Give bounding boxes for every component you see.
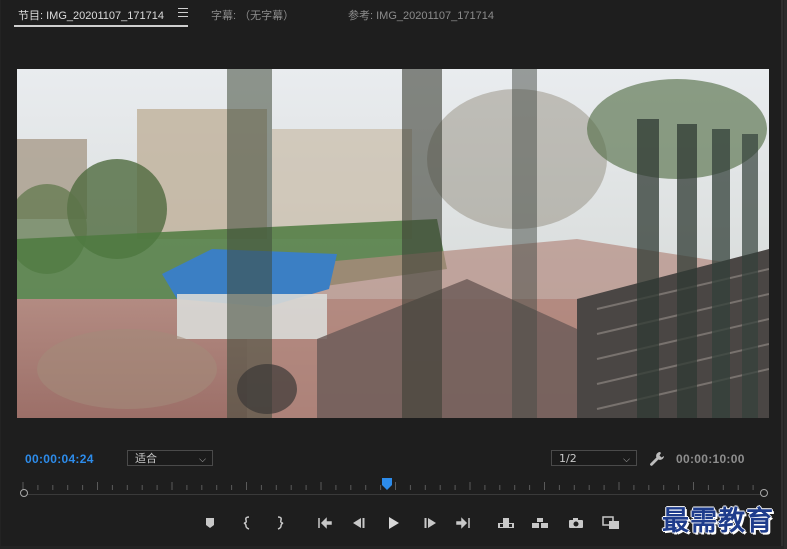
playback-resolution-value: 1/2 [559, 452, 577, 465]
program-monitor-panel: 节目: IMG_20201107_171714 字幕: （无字幕） 参考: IM… [1, 0, 783, 546]
tab-reference[interactable]: 参考: IMG_20201107_171714 [348, 7, 494, 23]
tab-captions[interactable]: 字幕: （无字幕） [211, 7, 294, 23]
chevron-down-icon: ⌵ [623, 455, 630, 465]
playback-resolution-select[interactable]: 1/2 ⌵ [551, 450, 637, 466]
compare-view-icon[interactable] [600, 513, 622, 533]
go-to-out-icon[interactable] [452, 513, 474, 533]
current-timecode[interactable]: 00:00:04:24 [25, 452, 94, 466]
playhead[interactable] [381, 478, 392, 490]
hamburger-menu-icon[interactable] [178, 8, 188, 17]
transport-controls [197, 513, 627, 533]
play-icon[interactable] [383, 513, 405, 533]
zoom-fit-select[interactable]: 适合 ⌵ [127, 450, 213, 466]
mark-out-icon[interactable] [269, 513, 291, 533]
wrench-icon[interactable] [649, 451, 665, 467]
add-marker-icon[interactable] [199, 513, 221, 533]
out-point-handle[interactable] [760, 489, 768, 497]
watermark-logo: 最需教育 [662, 506, 774, 537]
go-to-in-icon[interactable] [314, 513, 336, 533]
video-preview[interactable] [17, 69, 769, 418]
tab-program[interactable]: 节目: IMG_20201107_171714 [18, 7, 164, 23]
export-frame-icon[interactable] [565, 513, 587, 533]
active-tab-underline [14, 25, 188, 27]
in-point-handle[interactable] [20, 489, 28, 497]
extract-icon[interactable] [529, 513, 551, 533]
ruler-ticks [22, 482, 754, 490]
chevron-down-icon: ⌵ [199, 455, 206, 465]
step-forward-icon[interactable] [419, 513, 441, 533]
zoom-fit-value: 适合 [135, 452, 157, 465]
video-frame-image [17, 69, 769, 418]
lift-icon[interactable] [495, 513, 517, 533]
duration-timecode: 00:00:10:00 [676, 452, 745, 466]
step-back-icon[interactable] [348, 513, 370, 533]
scrub-track[interactable] [21, 494, 767, 495]
tab-bar: 节目: IMG_20201107_171714 字幕: （无字幕） 参考: IM… [1, 0, 781, 30]
time-ruler[interactable] [20, 476, 768, 506]
mark-in-icon[interactable] [236, 513, 258, 533]
